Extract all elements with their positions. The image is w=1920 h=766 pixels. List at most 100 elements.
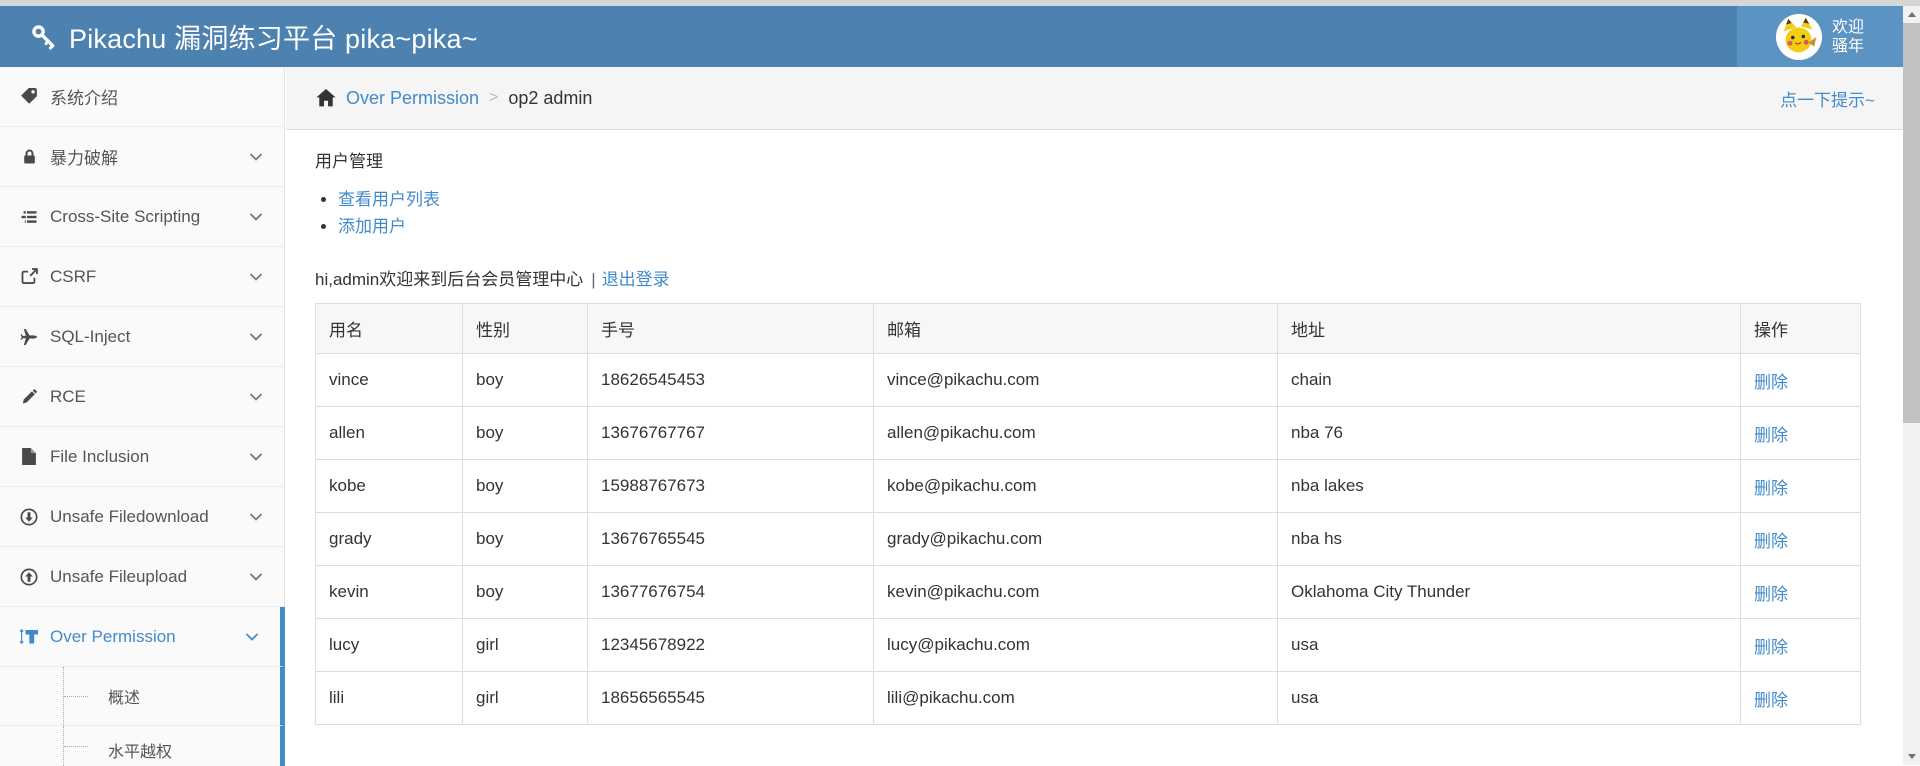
- cell-gender: boy: [463, 354, 588, 407]
- arrow-circle-up-icon: [18, 568, 40, 586]
- share-icon: [18, 268, 40, 285]
- sidebar-item-label: 系统介绍: [50, 84, 118, 109]
- chevron-down-icon: [248, 149, 264, 165]
- sidebar-item-sql-inject[interactable]: SQL-Inject: [0, 307, 284, 367]
- table-row: kobe boy 15988767673 kobe@pikachu.com nb…: [316, 460, 1861, 513]
- breadcrumb: Over Permission > op2 admin: [316, 88, 592, 109]
- table-header-row: 用名 性别 手号 邮箱 地址 操作: [316, 304, 1861, 354]
- sidebar-item-label: Unsafe Fileupload: [50, 567, 187, 587]
- add-user-link[interactable]: 添加用户: [338, 217, 406, 236]
- text-height-icon: [18, 628, 40, 645]
- sidebar-item-over-permission[interactable]: Over Permission: [0, 607, 285, 667]
- scroll-up-arrow-icon[interactable]: [1903, 6, 1920, 23]
- hint-link[interactable]: 点一下提示~: [1780, 86, 1875, 111]
- scrollbar[interactable]: [1903, 6, 1920, 765]
- scrollbar-thumb[interactable]: [1903, 23, 1920, 423]
- table-row: lucy girl 12345678922 lucy@pikachu.com u…: [316, 619, 1861, 672]
- sidebar-item-csrf[interactable]: CSRF: [0, 247, 284, 307]
- chevron-down-icon: [248, 449, 264, 465]
- sidebar-item-file-inclusion[interactable]: File Inclusion: [0, 427, 284, 487]
- cell-address: usa: [1278, 672, 1741, 725]
- app-header: Pikachu 漏洞练习平台 pika~pika~ 欢迎 骚年: [0, 6, 1903, 67]
- arrow-circle-down-icon: [18, 508, 40, 526]
- cell-address: nba lakes: [1278, 460, 1741, 513]
- cell-address: Oklahoma City Thunder: [1278, 566, 1741, 619]
- cell-email: grady@pikachu.com: [874, 513, 1278, 566]
- admin-welcome-line: hi,admin欢迎来到后台会员管理中心|退出登录: [315, 268, 1903, 292]
- cell-gender: girl: [463, 619, 588, 672]
- tags-icon: [18, 88, 40, 106]
- sidebar-subitem-horizontal[interactable]: 水平越权: [0, 726, 285, 766]
- delete-link[interactable]: 删除: [1754, 691, 1788, 710]
- sidebar-item-label: File Inclusion: [50, 447, 149, 467]
- cell-gender: boy: [463, 513, 588, 566]
- cell-username: lili: [316, 672, 463, 725]
- cell-address: nba 76: [1278, 407, 1741, 460]
- sidebar-item-label: 暴力破解: [50, 144, 118, 169]
- cell-gender: boy: [463, 407, 588, 460]
- breadcrumb-separator: >: [489, 89, 498, 107]
- cell-email: vince@pikachu.com: [874, 354, 1278, 407]
- logout-link[interactable]: 退出登录: [602, 270, 670, 289]
- cell-username: kevin: [316, 566, 463, 619]
- sidebar-subitem-overview[interactable]: 概述: [0, 667, 285, 726]
- sidebar-item-brute-force[interactable]: 暴力破解: [0, 127, 284, 187]
- list-item: 添加用户: [338, 213, 1903, 240]
- delete-link[interactable]: 删除: [1754, 426, 1788, 445]
- col-header-gender: 性别: [463, 304, 588, 354]
- table-row: grady boy 13676765545 grady@pikachu.com …: [316, 513, 1861, 566]
- delete-link[interactable]: 删除: [1754, 638, 1788, 657]
- col-header-action: 操作: [1741, 304, 1861, 354]
- sidebar-subitem-label: 水平越权: [108, 738, 172, 762]
- sidebar-item-label: Over Permission: [50, 627, 176, 647]
- cell-gender: boy: [463, 566, 588, 619]
- view-user-list-link[interactable]: 查看用户列表: [338, 190, 440, 209]
- cell-gender: boy: [463, 460, 588, 513]
- delete-link[interactable]: 删除: [1754, 373, 1788, 392]
- col-header-email: 邮箱: [874, 304, 1278, 354]
- sidebar-item-unsafe-filedownload[interactable]: Unsafe Filedownload: [0, 487, 284, 547]
- admin-welcome-text: hi,admin欢迎来到后台会员管理中心: [315, 270, 583, 289]
- delete-link[interactable]: 删除: [1754, 585, 1788, 604]
- app-title: Pikachu 漏洞练习平台 pika~pika~: [69, 17, 478, 56]
- table-row: lili girl 18656565545 lili@pikachu.com u…: [316, 672, 1861, 725]
- cell-phone: 13677676754: [588, 566, 874, 619]
- sidebar-item-unsafe-fileupload[interactable]: Unsafe Fileupload: [0, 547, 284, 607]
- cell-gender: girl: [463, 672, 588, 725]
- cell-address: chain: [1278, 354, 1741, 407]
- cell-email: kevin@pikachu.com: [874, 566, 1278, 619]
- breadcrumb-current: op2 admin: [508, 88, 592, 109]
- user-panel[interactable]: 欢迎 骚年: [1737, 6, 1903, 67]
- delete-link[interactable]: 删除: [1754, 479, 1788, 498]
- col-header-address: 地址: [1278, 304, 1741, 354]
- cell-username: grady: [316, 513, 463, 566]
- cell-username: allen: [316, 407, 463, 460]
- sidebar-item-rce[interactable]: RCE: [0, 367, 284, 427]
- main-content: 用户管理 查看用户列表 添加用户 hi,admin欢迎来到后台会员管理中心|退出…: [286, 131, 1903, 765]
- cell-address: usa: [1278, 619, 1741, 672]
- cell-username: vince: [316, 354, 463, 407]
- delete-link[interactable]: 删除: [1754, 532, 1788, 551]
- scroll-down-arrow-icon[interactable]: [1903, 748, 1920, 765]
- cell-email: lili@pikachu.com: [874, 672, 1278, 725]
- file-icon: [18, 448, 40, 465]
- sidebar-item-label: CSRF: [50, 267, 96, 287]
- list-item: 查看用户列表: [338, 186, 1903, 213]
- chevron-down-icon: [248, 329, 264, 345]
- cell-phone: 18626545453: [588, 354, 874, 407]
- sidebar-subitem-label: 概述: [108, 684, 140, 708]
- cell-email: kobe@pikachu.com: [874, 460, 1278, 513]
- breadcrumb-link-over-permission[interactable]: Over Permission: [346, 88, 479, 109]
- cell-phone: 18656565545: [588, 672, 874, 725]
- sidebar-item-xss[interactable]: Cross-Site Scripting: [0, 187, 284, 247]
- chevron-down-icon: [248, 569, 264, 585]
- chevron-down-icon: [248, 389, 264, 405]
- cell-username: lucy: [316, 619, 463, 672]
- sidebar-item-label: SQL-Inject: [50, 327, 130, 347]
- table-row: kevin boy 13677676754 kevin@pikachu.com …: [316, 566, 1861, 619]
- lock-icon: [18, 148, 40, 165]
- sidebar-item-label: Unsafe Filedownload: [50, 507, 209, 527]
- sidebar-item-system-intro[interactable]: 系统介绍: [0, 67, 284, 127]
- tasks-icon: [18, 209, 40, 225]
- plane-icon: [18, 329, 40, 345]
